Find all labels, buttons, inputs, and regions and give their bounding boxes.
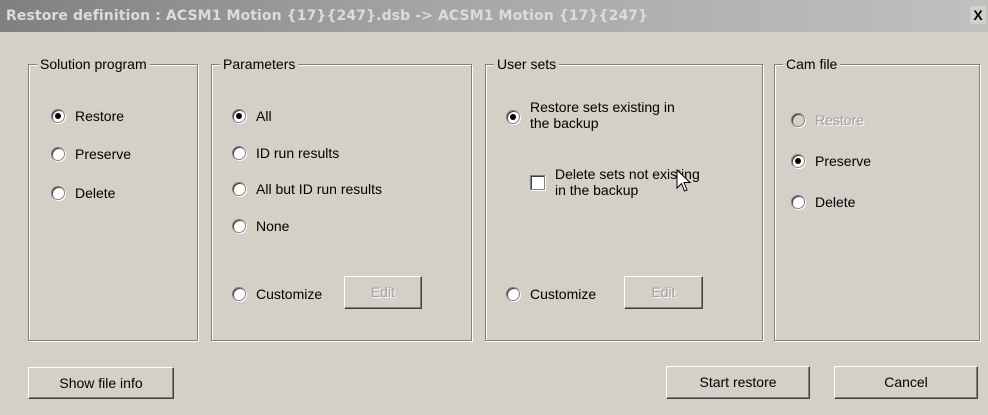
radio-circle-icon <box>232 182 246 196</box>
solution-program-group: Solution program Restore Preserve Delete <box>28 56 198 341</box>
parameters-customize-radio[interactable]: Customize <box>232 286 322 302</box>
user-sets-restore-text: Restore sets existing in the backup <box>530 99 675 131</box>
cam-restore-radio[interactable]: Restore <box>791 112 864 128</box>
checkbox-icon <box>530 175 545 190</box>
user-sets-restore-line1: Restore sets existing in <box>530 99 675 115</box>
cam-file-group: Cam file Restore Preserve Delete <box>774 56 980 341</box>
solution-delete-radio[interactable]: Delete <box>51 185 115 201</box>
solution-restore-radio[interactable]: Restore <box>51 108 124 124</box>
solution-preserve-radio[interactable]: Preserve <box>51 146 131 162</box>
user-sets-title: User sets <box>494 56 560 72</box>
title-bar: Restore definition : ACSM1 Motion {17}{2… <box>0 0 988 32</box>
show-file-info-button[interactable]: Show file info <box>28 367 174 399</box>
cam-delete-label: Delete <box>815 194 856 210</box>
start-restore-button[interactable]: Start restore <box>666 366 810 399</box>
parameters-all-but-id-radio[interactable]: All but ID run results <box>232 181 382 197</box>
parameters-id-run-results-radio[interactable]: ID run results <box>232 145 339 161</box>
user-sets-customize-radio[interactable]: Customize <box>506 286 596 302</box>
solution-restore-label: Restore <box>75 108 125 124</box>
radio-circle-icon <box>506 287 520 301</box>
parameters-all-but-id-label: All but ID run results <box>256 181 383 197</box>
user-sets-restore-line2: the backup <box>530 115 599 131</box>
radio-circle-icon <box>232 219 246 233</box>
parameters-edit-button[interactable]: Edit <box>344 276 422 309</box>
cam-preserve-radio[interactable]: Preserve <box>791 153 871 169</box>
parameters-all-label: All <box>256 108 272 124</box>
radio-circle-icon <box>506 110 520 124</box>
user-sets-group: User sets Restore sets existing in the b… <box>485 56 763 341</box>
parameters-none-label: None <box>256 218 290 234</box>
cancel-button[interactable]: Cancel <box>834 366 978 399</box>
cam-delete-radio[interactable]: Delete <box>791 194 855 210</box>
radio-circle-icon <box>791 113 805 127</box>
radio-circle-icon <box>51 186 65 200</box>
user-sets-restore-radio[interactable]: Restore sets existing in the backup <box>506 99 675 131</box>
radio-circle-icon <box>232 287 246 301</box>
parameters-none-radio[interactable]: None <box>232 218 289 234</box>
parameters-id-run-results-label: ID run results <box>256 145 340 161</box>
parameters-all-radio[interactable]: All <box>232 108 272 124</box>
solution-delete-label: Delete <box>75 185 116 201</box>
user-sets-edit-button[interactable]: Edit <box>624 276 703 309</box>
cam-preserve-label: Preserve <box>815 153 872 169</box>
user-sets-customize-label: Customize <box>530 286 597 302</box>
solution-preserve-label: Preserve <box>75 146 132 162</box>
radio-circle-icon <box>232 109 246 123</box>
radio-circle-icon <box>791 195 805 209</box>
radio-circle-icon <box>791 154 805 168</box>
close-button[interactable]: X <box>970 6 986 24</box>
radio-circle-icon <box>51 109 65 123</box>
parameters-customize-label: Customize <box>256 286 323 302</box>
radio-circle-icon <box>232 146 246 160</box>
solution-program-title: Solution program <box>37 56 150 72</box>
cam-restore-label: Restore <box>815 112 865 128</box>
radio-circle-icon <box>51 147 65 161</box>
delete-sets-checkbox[interactable]: Delete sets not existing in the backup <box>530 166 700 198</box>
parameters-group: Parameters All ID run results All but ID… <box>211 56 472 341</box>
mouse-cursor-icon <box>676 169 692 192</box>
parameters-title: Parameters <box>220 56 299 72</box>
delete-sets-line2: in the backup <box>555 182 639 198</box>
cam-file-title: Cam file <box>783 56 841 72</box>
window-title: Restore definition : ACSM1 Motion {17}{2… <box>6 8 649 24</box>
